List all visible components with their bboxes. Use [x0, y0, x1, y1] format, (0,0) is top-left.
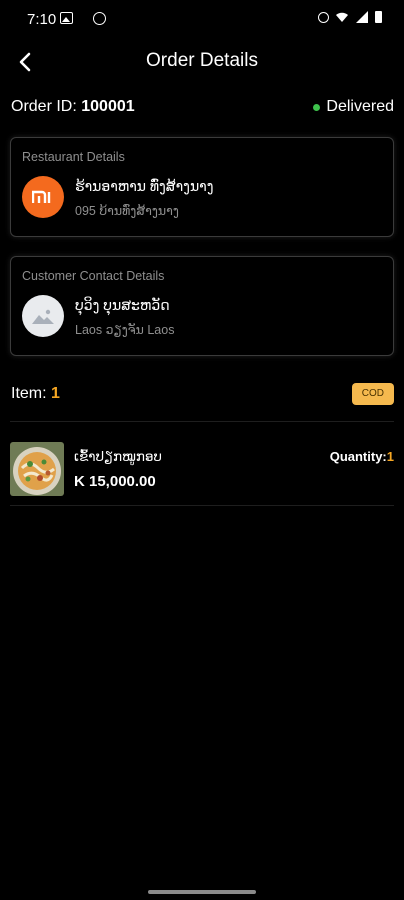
customer-section-title: Customer Contact Details	[22, 269, 165, 283]
restaurant-logo-icon	[22, 176, 64, 218]
restaurant-section-title: Restaurant Details	[22, 150, 125, 164]
order-id-value: 100001	[81, 98, 135, 115]
order-id: Order ID: 100001	[11, 98, 135, 116]
quantity-label: Quantity:	[329, 449, 387, 464]
wifi-icon	[336, 12, 348, 22]
items-label-text: Item:	[11, 385, 52, 402]
image-placeholder-icon	[22, 295, 64, 337]
order-item-row[interactable]: ເຂົ້າປຽກໝູກອບ K 15,000.00 Quantity:1	[10, 440, 394, 498]
customer-name: ບຸວິງ ບຸນສະຫວັດ	[75, 297, 170, 313]
divider	[10, 421, 394, 422]
divider	[10, 505, 394, 506]
restaurant-name: ຮ້ານອາຫານ ທົ່ງສ້າງນາງ	[75, 178, 214, 194]
product-price: K 15,000.00	[74, 473, 156, 490]
home-indicator[interactable]	[148, 890, 256, 894]
food-thumbnail-image	[10, 442, 64, 496]
customer-contact-card[interactable]: Customer Contact Details ບຸວິງ ບຸນສະຫວັດ…	[10, 256, 394, 356]
order-status-label: Delivered	[326, 98, 394, 115]
status-dot-icon	[313, 103, 321, 111]
status-time: 7:10	[27, 11, 57, 28]
product-name: ເຂົ້າປຽກໝູກອບ	[74, 449, 162, 464]
status-icons	[318, 11, 382, 23]
status-bar: 7:10	[0, 0, 404, 40]
items-label: Item: 1	[11, 385, 60, 403]
payment-method-badge: COD	[351, 383, 394, 405]
restaurant-address: 095 ບ້ານທົ່ງສ້າງນາງ	[75, 204, 179, 218]
items-summary-row: Item: 1 COD	[11, 382, 394, 406]
alarm-icon	[318, 11, 329, 23]
order-id-label: Order ID:	[11, 98, 77, 115]
page-title: Order Details	[146, 50, 258, 71]
product-quantity: Quantity:1	[330, 449, 394, 464]
signal-icon	[356, 11, 368, 23]
order-summary-row: Order ID: 100001 Delivered	[11, 96, 394, 118]
order-status: Delivered	[313, 98, 394, 116]
customer-address: Laos ວຽງຈັນ Laos	[75, 323, 175, 337]
battery-icon	[375, 11, 382, 23]
quantity-value: 1	[386, 449, 394, 464]
items-count: 1	[51, 385, 60, 402]
restaurant-details-card[interactable]: Restaurant Details ຮ້ານອາຫານ ທົ່ງສ້າງນາງ…	[10, 137, 394, 237]
whatsapp-notification-icon	[93, 12, 106, 25]
app-header: Order Details	[0, 40, 404, 84]
gallery-notification-icon	[60, 12, 73, 24]
